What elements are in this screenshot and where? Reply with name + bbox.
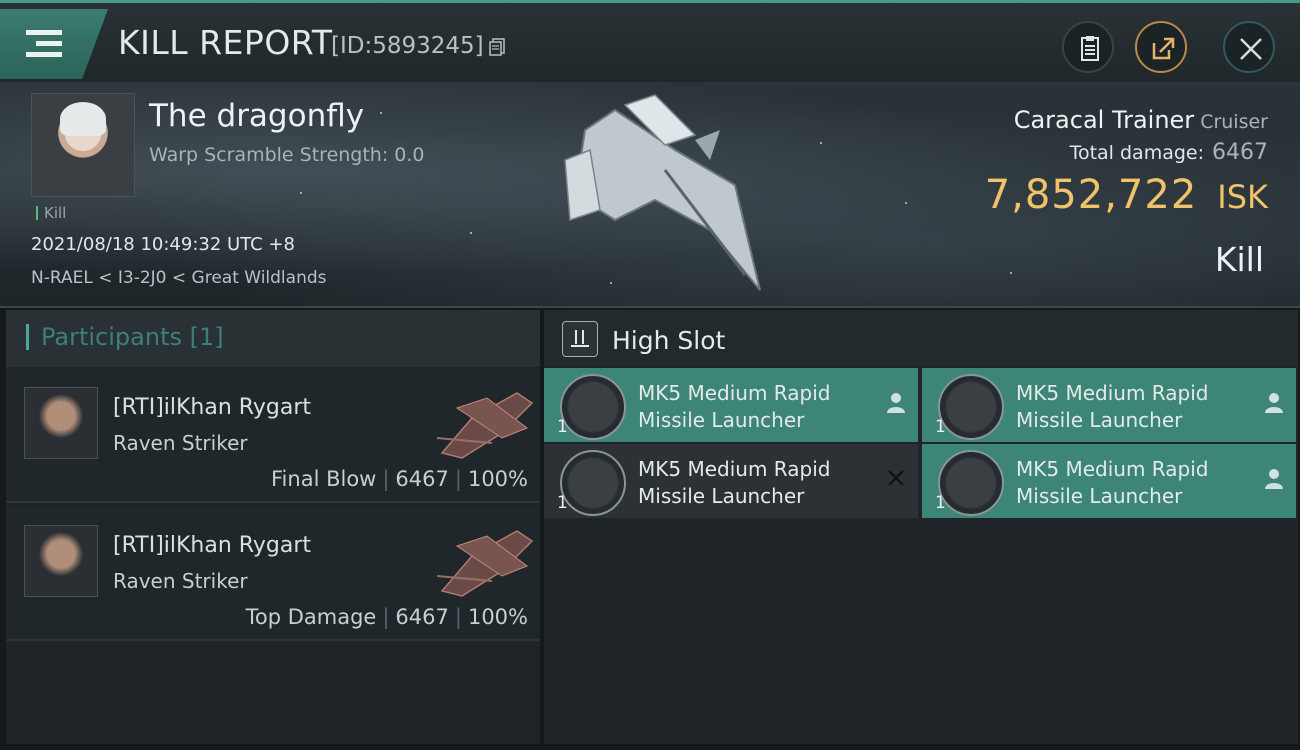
- separator: |: [382, 467, 390, 491]
- participant-ship-image: [436, 530, 534, 597]
- share-button[interactable]: [1135, 21, 1187, 73]
- warp-scramble-strength: Warp Scramble Strength: 0.0: [149, 144, 425, 166]
- person-icon: [886, 392, 906, 420]
- participant-role: Final Blow: [271, 467, 377, 491]
- missile-launcher-icon: [938, 450, 1004, 516]
- high-slot-icon: [562, 321, 598, 357]
- participant-ship: Raven Striker: [113, 431, 248, 455]
- copy-icon[interactable]: [489, 38, 505, 56]
- participant-row[interactable]: [RTI]ilKhan Rygart Raven Striker Top Dam…: [6, 507, 540, 641]
- module-slot[interactable]: 1 MK5 Medium Rapid Missile Launcher: [544, 368, 918, 442]
- kill-location[interactable]: N-RAEL < I3-2J0 < Great Wildlands: [31, 268, 327, 288]
- module-name-line: Missile Launcher: [638, 408, 805, 432]
- kill-tag: Kill: [36, 206, 66, 221]
- module-name-line: Missile Launcher: [1016, 484, 1183, 508]
- clipboard-icon: [1081, 36, 1099, 61]
- participant-ship-image: [436, 392, 534, 459]
- missile-launcher-icon: [560, 450, 626, 516]
- star: [820, 142, 822, 144]
- module-name-line: Missile Launcher: [1016, 408, 1183, 432]
- module-name-line: MK5 Medium Rapid: [638, 457, 831, 481]
- participant-role: Top Damage: [245, 605, 377, 629]
- star: [300, 192, 302, 194]
- victim-ship-image[interactable]: [545, 90, 775, 300]
- module-slot[interactable]: 1 MK5 Medium Rapid Missile Launcher: [922, 444, 1296, 518]
- module-name-line: MK5 Medium Rapid: [638, 381, 831, 405]
- module-slot[interactable]: 1 MK5 Medium Rapid Missile Launcher: [922, 368, 1296, 442]
- total-damage-value: 6467: [1212, 140, 1268, 165]
- separator: |: [454, 467, 462, 491]
- isk-value-row: 7,852,722 ISK: [985, 172, 1268, 218]
- total-damage-label: Total damage:: [1069, 142, 1204, 164]
- module-quantity: 1: [557, 417, 568, 437]
- participant-stats: Final Blow | 6467 | 100%: [271, 467, 528, 491]
- star: [905, 202, 907, 204]
- high-slot-header: High Slot: [544, 310, 1298, 367]
- report-id: [ID:5893245]: [331, 33, 484, 59]
- high-slot-title: High Slot: [612, 326, 726, 355]
- hamburger-icon: [26, 30, 62, 58]
- module-name-line: MK5 Medium Rapid: [1016, 457, 1209, 481]
- participant-row[interactable]: [RTI]ilKhan Rygart Raven Striker Final B…: [6, 369, 540, 503]
- module-name: MK5 Medium Rapid Missile Launcher: [638, 456, 858, 510]
- person-icon: [1264, 392, 1284, 420]
- victim-name[interactable]: The dragonfly: [149, 98, 364, 134]
- participants-title: Participants [1]: [26, 324, 224, 350]
- victim-ship[interactable]: Caracal Trainer Cruiser: [1014, 106, 1268, 134]
- participant-percent: 100%: [467, 605, 528, 629]
- title-bar: KILL REPORT [ID:5893245]: [0, 0, 1300, 82]
- participant-ship: Raven Striker: [113, 569, 248, 593]
- participant-percent: 100%: [467, 467, 528, 491]
- fitting-panel: High Slot 1 MK5 Medium Rapid Missile Laun…: [544, 310, 1298, 744]
- participant-avatar[interactable]: [24, 387, 98, 459]
- participants-header: Participants [1]: [6, 310, 540, 367]
- participant-damage: 6467: [395, 605, 449, 629]
- close-button[interactable]: [1223, 21, 1275, 73]
- star: [380, 112, 382, 114]
- ship-class: Cruiser: [1200, 111, 1268, 133]
- participant-avatar[interactable]: [24, 525, 98, 597]
- clipboard-button[interactable]: [1062, 21, 1114, 73]
- module-quantity: 1: [935, 417, 946, 437]
- module-name: MK5 Medium Rapid Missile Launcher: [1016, 380, 1236, 434]
- close-icon: [1240, 38, 1262, 60]
- kill-summary-banner: The dragonfly Warp Scramble Strength: 0.…: [0, 82, 1300, 308]
- separator: |: [382, 605, 390, 629]
- window-title: KILL REPORT: [118, 23, 333, 62]
- participant-name: [RTI]ilKhan Rygart: [113, 533, 312, 558]
- module-quantity: 1: [557, 493, 568, 513]
- ship-name: Caracal Trainer: [1013, 106, 1195, 134]
- separator: |: [454, 605, 462, 629]
- missile-launcher-icon: [560, 374, 626, 440]
- module-name: MK5 Medium Rapid Missile Launcher: [638, 380, 858, 434]
- missile-launcher-icon: [938, 374, 1004, 440]
- participants-panel: Participants [1] [RTI]ilKhan Rygart Rave…: [6, 310, 540, 744]
- result-label: Kill: [1214, 240, 1264, 279]
- module-name: MK5 Medium Rapid Missile Launcher: [1016, 456, 1236, 510]
- total-damage: Total damage: 6467: [1070, 140, 1268, 165]
- module-slot[interactable]: 1 MK5 Medium Rapid Missile Launcher: [544, 444, 918, 518]
- participant-name: [RTI]ilKhan Rygart: [113, 395, 312, 420]
- victim-portrait[interactable]: [31, 93, 135, 197]
- star: [1010, 272, 1012, 274]
- participant-damage: 6467: [395, 467, 449, 491]
- person-icon: [1264, 468, 1284, 496]
- star: [470, 232, 472, 234]
- module-name-line: Missile Launcher: [638, 484, 805, 508]
- kill-datetime: 2021/08/18 10:49:32 UTC +8: [31, 234, 295, 255]
- module-name-line: MK5 Medium Rapid: [1016, 381, 1209, 405]
- share-icon: [1152, 37, 1175, 60]
- menu-button[interactable]: [0, 9, 108, 79]
- participant-stats: Top Damage | 6467 | 100%: [246, 605, 528, 629]
- x-icon: [886, 468, 906, 494]
- isk-unit: ISK: [1217, 178, 1268, 216]
- isk-value: 7,852,722: [984, 172, 1198, 218]
- module-quantity: 1: [935, 493, 946, 513]
